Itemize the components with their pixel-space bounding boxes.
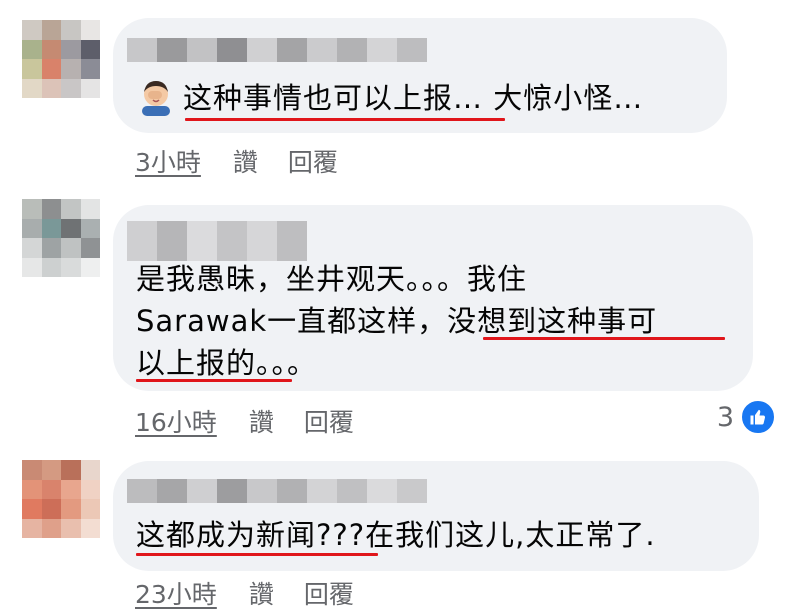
comment-text-line: 是我愚昧，坐井观天。。。我住 <box>136 262 528 296</box>
comment-text: 这种事情也可以上报… 大惊小怪… <box>183 81 644 115</box>
comment-actions: 3小時 讚 回覆 <box>135 143 338 179</box>
highlight-underline <box>136 379 292 382</box>
comment-bubble: 这种事情也可以上报… 大惊小怪… <box>113 18 727 133</box>
like-button[interactable]: 讚 <box>249 575 274 611</box>
reply-button[interactable]: 回覆 <box>288 143 338 179</box>
avatar[interactable] <box>22 460 100 538</box>
reply-button[interactable]: 回覆 <box>304 403 354 439</box>
comment-text-line: 以上报的。。。 <box>136 346 318 380</box>
commenter-name[interactable] <box>127 38 427 62</box>
timestamp-link[interactable]: 16小時 <box>135 403 217 439</box>
reaction-count: 3 <box>716 401 734 433</box>
commenter-name[interactable] <box>127 479 427 503</box>
highlight-underline <box>185 118 505 121</box>
like-button[interactable]: 讚 <box>249 403 274 439</box>
avatar[interactable] <box>22 199 100 277</box>
comment-text-line: Sarawak一直都这样，没想到这种事可 <box>136 304 658 338</box>
timestamp-link[interactable]: 3小時 <box>135 143 201 179</box>
comment-bubble: 是我愚昧，坐井观天。。。我住 Sarawak一直都这样，没想到这种事可 以上报的… <box>113 205 753 391</box>
commenter-name[interactable] <box>127 221 307 261</box>
thumbs-up-icon <box>740 399 776 435</box>
comment-text: 这都成为新闻???在我们这儿,太正常了. <box>136 518 656 552</box>
timestamp-link[interactable]: 23小時 <box>135 575 217 611</box>
like-button[interactable]: 讚 <box>233 143 258 179</box>
highlight-underline <box>136 553 378 556</box>
facepalm-emoji-icon <box>142 81 170 116</box>
comment-actions: 23小時 讚 回覆 <box>135 575 354 611</box>
reply-button[interactable]: 回覆 <box>304 575 354 611</box>
comment-actions: 16小時 讚 回覆 <box>135 403 354 439</box>
highlight-underline <box>483 337 725 340</box>
reaction-summary[interactable]: 3 <box>717 399 776 435</box>
comment-bubble: 这都成为新闻???在我们这儿,太正常了. <box>113 461 759 571</box>
avatar[interactable] <box>22 20 100 98</box>
